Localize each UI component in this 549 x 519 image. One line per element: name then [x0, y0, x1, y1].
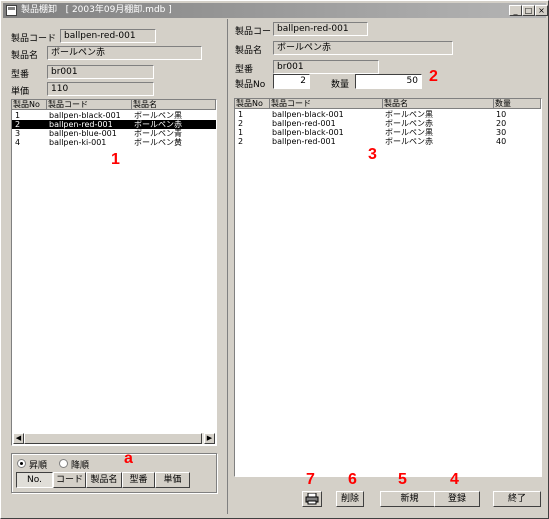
left-price-field: 110 [47, 82, 154, 96]
annotation-marker-7: 7 [306, 471, 315, 488]
sort-by-name-button[interactable]: 製品名 [86, 472, 122, 488]
col-header-name[interactable]: 製品名 [383, 99, 494, 109]
right-name-label: 製品名 [235, 46, 263, 56]
left-name-label: 製品名 [11, 51, 39, 61]
annotation-marker-5: 5 [398, 471, 407, 488]
left-model-label: 型番 [11, 70, 30, 80]
main-window: 製品棚卸 [ 2003年09月棚卸.mdb ] _ □ × 製品コード ball… [0, 0, 549, 519]
exit-button[interactable]: 終了 [493, 491, 541, 507]
sort-by-no-button[interactable]: No. [16, 472, 53, 488]
cell-no: 1 [238, 110, 244, 119]
right-code-field: ballpen-red-001 [273, 22, 368, 36]
inventory-list-header: 製品No 製品コード 製品名 数量 [235, 99, 541, 109]
sort-desc-radio[interactable] [59, 459, 68, 468]
cell-code: ballpen-red-001 [272, 119, 336, 128]
list-item[interactable]: 2 ballpen-red-001 ボールペン赤 20 [235, 119, 541, 128]
cell-no: 2 [15, 120, 21, 129]
sort-by-code-button[interactable]: コード [53, 472, 86, 488]
list-item[interactable]: 2 ballpen-red-001 ボールペン赤 40 [235, 137, 541, 146]
annotation-marker-2: 2 [429, 68, 438, 85]
cell-code: ballpen-red-001 [49, 120, 113, 129]
list-item[interactable]: 1 ballpen-black-001 ボールペン黒 30 [235, 128, 541, 137]
right-model-label: 型番 [235, 65, 254, 75]
product-list-header: 製品No 製品コード 製品名 [12, 100, 216, 110]
cell-no: 3 [15, 129, 21, 138]
cell-code: ballpen-black-001 [272, 110, 344, 119]
cell-name: ボールペン黒 [385, 110, 433, 119]
left-code-field: ballpen-red-001 [60, 29, 156, 43]
sort-by-model-button[interactable]: 型番 [122, 472, 155, 488]
sort-asc-radio[interactable] [17, 459, 26, 468]
col-header-code[interactable]: 製品コード [47, 100, 132, 110]
printer-icon [305, 492, 319, 505]
cell-name: ボールペン黒 [134, 111, 182, 120]
cell-code: ballpen-ki-001 [49, 138, 107, 147]
col-header-no[interactable]: 製品No [235, 99, 270, 109]
left-name-field: ボールペン赤 [47, 46, 202, 60]
left-code-label: 製品コード [11, 34, 57, 44]
product-no-input[interactable]: 2 [273, 74, 310, 89]
product-list-hscrollbar[interactable]: ◀ ▶ [13, 433, 215, 444]
scroll-right-icon[interactable]: ▶ [204, 433, 215, 444]
left-price-label: 単価 [11, 87, 30, 97]
title-bar[interactable]: 製品棚卸 [ 2003年09月棚卸.mdb ] _ □ × [3, 3, 548, 18]
minimize-button[interactable]: _ [509, 5, 522, 16]
cell-name: ボールペン赤 [134, 120, 182, 129]
list-item[interactable]: 1 ballpen-black-001 ボールペン黒 [12, 111, 216, 120]
quantity-input[interactable]: 50 [355, 74, 422, 89]
sort-by-price-button[interactable]: 単価 [155, 472, 190, 488]
right-name-field: ボールペン赤 [273, 41, 453, 55]
right-model-field: br001 [273, 60, 379, 74]
list-item-selected[interactable]: 2 ballpen-red-001 ボールペン赤 [12, 120, 216, 129]
cell-qty: 10 [496, 110, 507, 119]
list-item[interactable]: 3 ballpen-blue-001 ボールペン青 [12, 129, 216, 138]
right-qty-label: 数量 [331, 80, 350, 90]
cell-qty: 20 [496, 119, 507, 128]
col-header-name[interactable]: 製品名 [132, 100, 216, 110]
cell-no: 4 [15, 138, 21, 147]
right-no-label: 製品No [235, 80, 266, 90]
window-title: 製品棚卸 [ 2003年09月棚卸.mdb ] [21, 5, 172, 15]
cell-code: ballpen-black-001 [49, 111, 121, 120]
sort-asc-label[interactable]: 昇順 [29, 458, 47, 471]
col-header-no[interactable]: 製品No [12, 100, 47, 110]
col-header-qty[interactable]: 数量 [494, 99, 541, 109]
cell-code: ballpen-blue-001 [49, 129, 117, 138]
cell-no: 2 [238, 119, 244, 128]
annotation-marker-3: 3 [368, 146, 377, 163]
cell-name: ボールペン黒 [385, 128, 433, 137]
print-button[interactable] [302, 491, 322, 507]
col-header-code[interactable]: 製品コード [270, 99, 383, 109]
left-model-field: br001 [47, 65, 154, 79]
annotation-marker-a: a [124, 450, 133, 467]
annotation-marker-1: 1 [111, 151, 120, 168]
cell-name: ボールペン赤 [385, 137, 433, 146]
list-item[interactable]: 4 ballpen-ki-001 ボールペン黄 [12, 138, 216, 147]
new-button[interactable]: 新規 [380, 491, 439, 507]
cell-qty: 30 [496, 128, 507, 137]
panel-divider [227, 19, 228, 514]
inventory-list[interactable]: 製品No 製品コード 製品名 数量 1 ballpen-black-001 ボー… [234, 98, 542, 477]
cell-name: ボールペン赤 [385, 119, 433, 128]
cell-qty: 40 [496, 137, 507, 146]
delete-button[interactable]: 削除 [336, 491, 364, 507]
app-icon [6, 5, 17, 16]
close-button[interactable]: × [535, 5, 548, 16]
cell-no: 1 [15, 111, 21, 120]
cell-code: ballpen-black-001 [272, 128, 344, 137]
cell-name: ボールペン黄 [134, 138, 182, 147]
cell-no: 2 [238, 137, 244, 146]
scroll-thumb[interactable] [24, 433, 202, 444]
cell-name: ボールペン青 [134, 129, 182, 138]
maximize-button[interactable]: □ [522, 5, 535, 16]
register-button[interactable]: 登録 [434, 491, 480, 507]
annotation-marker-6: 6 [348, 471, 357, 488]
cell-code: ballpen-red-001 [272, 137, 336, 146]
cell-no: 1 [238, 128, 244, 137]
annotation-marker-4: 4 [450, 471, 459, 488]
scroll-left-icon[interactable]: ◀ [13, 433, 24, 444]
list-item[interactable]: 1 ballpen-black-001 ボールペン黒 10 [235, 110, 541, 119]
sort-desc-label[interactable]: 降順 [71, 458, 89, 471]
